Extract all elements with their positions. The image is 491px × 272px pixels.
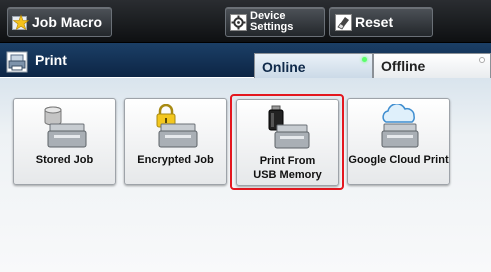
reset-eraser-icon xyxy=(335,13,352,31)
settings-gear-icon xyxy=(230,13,247,31)
stored-job-button[interactable]: Stored Job xyxy=(13,98,116,185)
google-cloud-print-label: Google Cloud Print xyxy=(348,154,449,166)
encrypted-job-button[interactable]: Encrypted Job xyxy=(124,98,227,185)
star-icon xyxy=(12,13,29,30)
encrypted-job-icon xyxy=(156,104,197,148)
cloud-print-icon xyxy=(381,104,418,148)
job-macro-button[interactable]: Job Macro xyxy=(7,7,112,37)
usb-memory-icon xyxy=(268,105,309,149)
page-title: Print xyxy=(35,52,67,68)
printer-document-icon xyxy=(6,51,28,73)
online-indicator-led xyxy=(362,57,367,62)
top-toolbar: Job Macro Device Settings Reset xyxy=(0,0,491,43)
reset-label: Reset xyxy=(355,14,394,30)
device-settings-button[interactable]: Device Settings xyxy=(225,7,325,37)
print-from-usb-memory-label: Print From USB Memory xyxy=(253,155,322,181)
tab-offline-label: Offline xyxy=(381,58,426,74)
stored-job-icon xyxy=(44,106,86,148)
google-cloud-print-button[interactable]: Google Cloud Print xyxy=(347,98,450,185)
tab-online[interactable]: Online xyxy=(254,53,373,80)
offline-indicator-led xyxy=(479,57,485,63)
print-from-usb-memory-button[interactable]: Print From USB Memory xyxy=(236,99,339,186)
tab-offline[interactable]: Offline xyxy=(373,53,491,79)
stored-job-label: Stored Job xyxy=(35,154,94,166)
device-settings-label: Device Settings xyxy=(250,10,294,33)
encrypted-job-label: Encrypted Job xyxy=(137,154,214,166)
tab-online-label: Online xyxy=(262,59,306,75)
reset-button[interactable]: Reset xyxy=(329,7,433,37)
job-macro-label: Job Macro xyxy=(32,14,103,30)
